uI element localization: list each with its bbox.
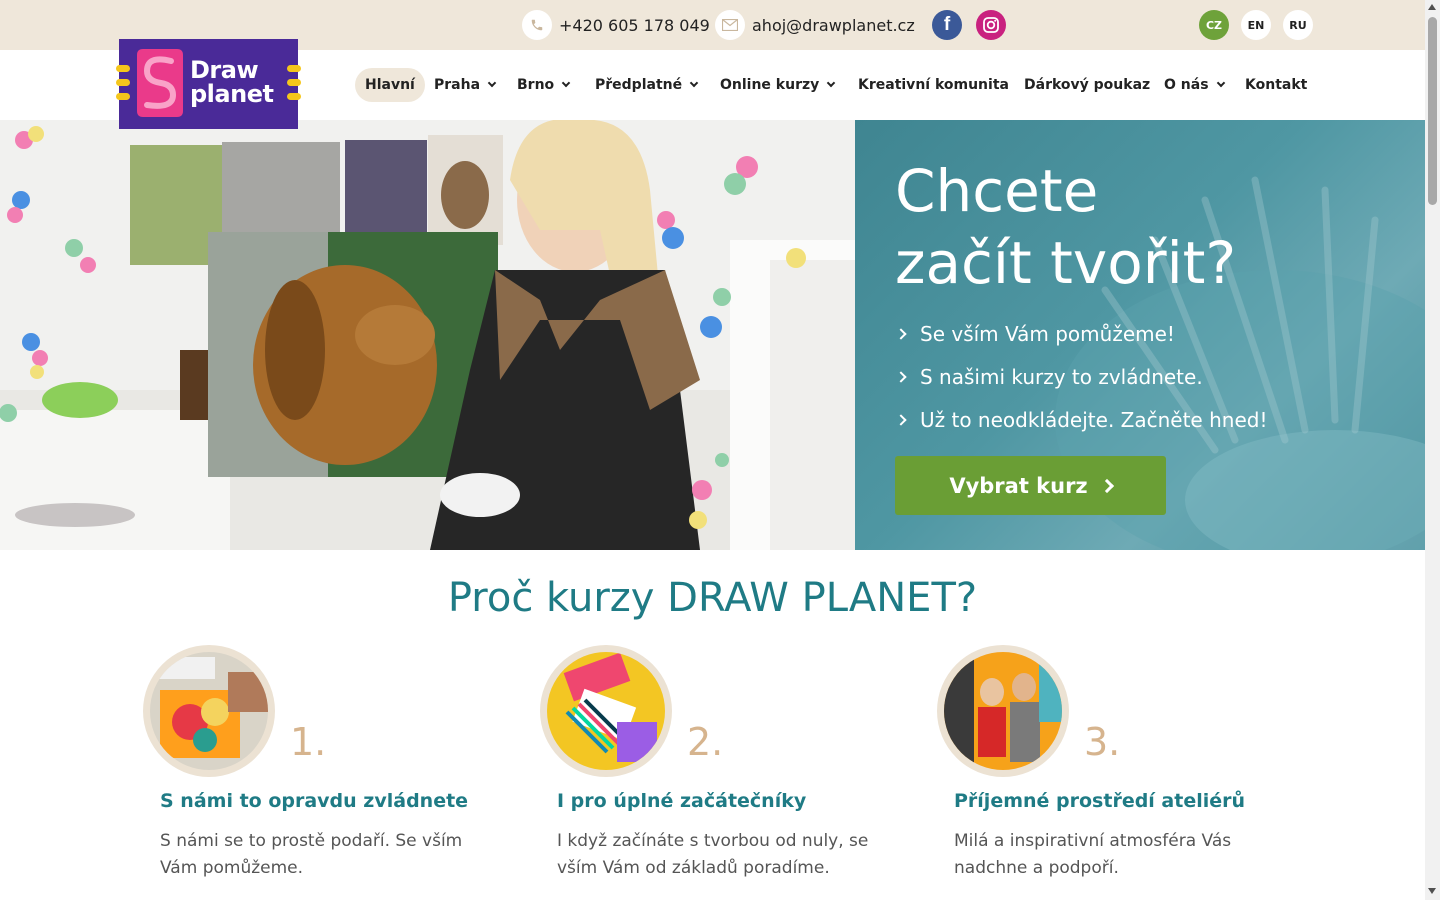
hero-bullet-list: Se vším Vám pomůžeme! S našimi kurzy to … [895, 312, 1267, 441]
page-scrollbar[interactable] [1425, 0, 1440, 900]
chevron-right-icon [895, 413, 907, 426]
nav-item-predplatne[interactable]: Předplatné [595, 68, 699, 102]
nav-item-label: Online kurzy [720, 77, 820, 93]
feature-text: S námi se to prostě podaří. Se vším Vám … [160, 831, 463, 878]
nav-item-label: O nás [1164, 77, 1209, 93]
mail-icon [715, 10, 745, 40]
feature-image-frame [143, 645, 275, 777]
feature-image [944, 652, 1062, 770]
section-title: Proč kurzy DRAW PLANET? [447, 575, 978, 621]
nav-item-o-nas[interactable]: O nás [1164, 68, 1225, 102]
logo-mark-icon [137, 49, 183, 117]
hero-photo [0, 120, 855, 550]
scroll-down-icon[interactable] [1428, 888, 1436, 894]
chevron-down-icon [1216, 78, 1225, 88]
nav-item-praha[interactable]: Praha [434, 68, 497, 102]
hero-bullet-text: Se vším Vám pomůžeme! [920, 321, 1175, 346]
logo-ring [116, 93, 130, 100]
chevron-right-icon [1099, 478, 1114, 493]
feature-text: I když začínáte s tvorbou od nuly, se vš… [557, 831, 869, 878]
phone-icon [522, 10, 552, 40]
feature-image-frame [540, 645, 672, 777]
chevron-right-icon [895, 370, 907, 383]
feature-text: Milá a inspirativní atmosféra Vás nadchn… [954, 831, 1232, 878]
language-en[interactable]: EN [1241, 10, 1271, 40]
email-link[interactable]: ahoj@drawplanet.cz [715, 10, 915, 40]
nav-item-kreativni-komunita[interactable]: Kreativní komunita [858, 68, 1009, 102]
phone-number: +420 605 178 049 [559, 15, 710, 35]
page: +420 605 178 049 ahoj@drawplanet.cz f CZ… [0, 0, 1425, 900]
scroll-up-icon[interactable] [1428, 4, 1436, 10]
feature-image [150, 652, 268, 770]
select-course-button-label: Vybrat kurz [949, 473, 1088, 498]
logo-text-planet: planet [190, 80, 274, 108]
nav-item-brno[interactable]: Brno [517, 68, 571, 102]
site-logo[interactable]: Draw planet [116, 39, 301, 131]
logo-ring [287, 65, 301, 72]
feature-number: 2. [687, 720, 724, 764]
select-course-button[interactable]: Vybrat kurz [895, 456, 1166, 515]
nav-item-label: Brno [517, 77, 555, 93]
phone-link[interactable]: +420 605 178 049 [522, 10, 710, 40]
hero-title-line-2: začít tvořit? [895, 229, 1237, 297]
nav-item-label: Hlavní [365, 77, 415, 93]
scrollbar-thumb[interactable] [1428, 17, 1437, 205]
nav-item-label: Předplatné [595, 77, 683, 93]
nav-item-kontakt[interactable]: Kontakt [1245, 68, 1307, 102]
chevron-down-icon [561, 78, 571, 88]
nav-item-label: Kreativní komunita [858, 77, 1009, 93]
list-item: S našimi kurzy to zvládnete. [895, 355, 1267, 398]
language-cz[interactable]: CZ [1199, 10, 1229, 40]
email-address: ahoj@drawplanet.cz [752, 15, 915, 35]
hero-section: Chcete začít tvořit? Se vším Vám pomůžem… [0, 120, 1425, 550]
nav-item-label: Dárkový poukaz [1024, 77, 1151, 93]
nav-item-darkovy-poukaz[interactable]: Dárkový poukaz [1024, 68, 1150, 102]
logo-ring [116, 65, 130, 72]
logo-ring [287, 79, 301, 86]
logo-ring [116, 79, 130, 86]
chevron-right-icon [895, 327, 907, 340]
list-item: Se vším Vám pomůžeme! [895, 312, 1267, 355]
nav-item-hlavni[interactable]: Hlavní [355, 68, 425, 102]
feature-image [547, 652, 665, 770]
feature-number: 3. [1084, 720, 1121, 764]
hero-bullet-text: Už to neodkládejte. Začněte hned! [920, 407, 1268, 432]
nav-item-online-kurzy[interactable]: Online kurzy [720, 68, 836, 102]
hero-title-line-1: Chcete [895, 157, 1099, 225]
facebook-icon[interactable]: f [932, 10, 962, 40]
nav-item-label: Kontakt [1245, 77, 1308, 93]
feature-heading: I pro úplné začátečníky [557, 790, 807, 812]
feature-heading: Příjemné prostředí ateliérů [954, 790, 1246, 812]
logo-ring [287, 93, 301, 100]
hero-panel: Chcete začít tvořit? Se vším Vám pomůžem… [855, 120, 1425, 550]
chevron-down-icon [827, 78, 836, 88]
chevron-down-icon [487, 78, 497, 88]
hero-bullet-text: S našimi kurzy to zvládnete. [920, 364, 1203, 389]
chevron-down-icon [689, 78, 699, 88]
nav-item-label: Praha [434, 77, 481, 93]
feature-image-frame [937, 645, 1069, 777]
instagram-icon[interactable] [976, 10, 1006, 40]
feature-heading: S námi to opravdu zvládnete [160, 790, 469, 812]
feature-number: 1. [290, 720, 327, 764]
list-item: Už to neodkládejte. Začněte hned! [895, 398, 1267, 441]
hero-title: Chcete začít tvořit? [895, 155, 1395, 299]
language-ru[interactable]: RU [1283, 10, 1313, 40]
